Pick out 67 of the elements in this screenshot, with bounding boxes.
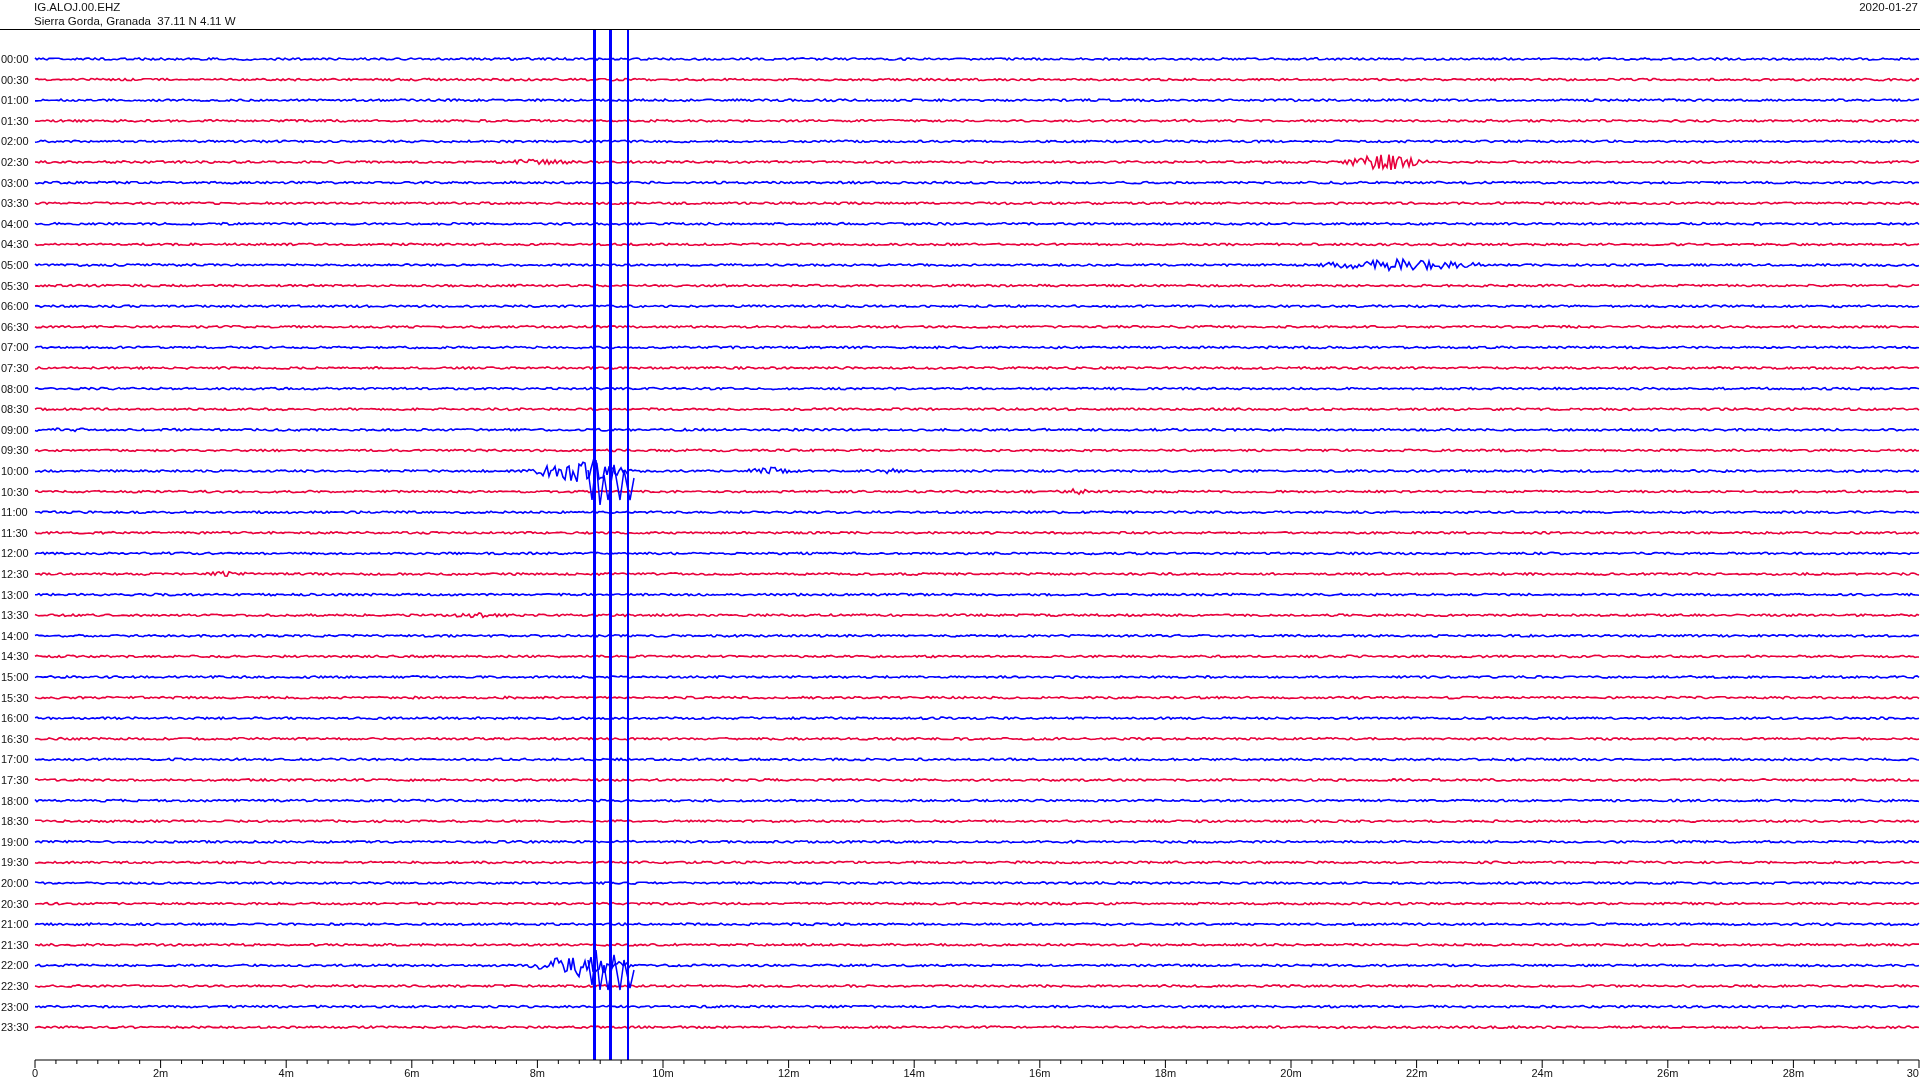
row-time-label: 19:30 [1,856,29,869]
row-time-label: 01:00 [1,94,29,107]
row-time-label: 22:00 [1,959,29,972]
row-time-label: 08:00 [1,382,29,395]
axis-tick-label: 14m [903,1067,925,1079]
row-time-label: 16:30 [1,732,29,745]
axis-tick-label: 18m [1154,1067,1177,1079]
row-time-label: 11:30 [1,526,28,539]
row-time-label: 14:00 [1,629,29,642]
row-time-label: 15:30 [1,691,29,704]
row-time-label: 16:00 [1,712,29,725]
axis-tick-label: 12m [777,1067,800,1079]
row-time-label: 20:30 [1,897,29,910]
row-time-label: 20:00 [1,877,29,889]
row-time-label: 04:30 [1,238,29,251]
station-location: Sierra Gorda, Granada 37.11 N 4.11 W [34,14,236,28]
row-time-label: 17:00 [1,753,29,766]
row-time-label: 03:00 [1,176,29,189]
row-time-label: 10:30 [1,485,29,498]
axis-tick-label: 28m [1782,1067,1805,1079]
row-time-label: 01:30 [1,114,29,127]
row-time-label: 09:30 [1,444,29,457]
axis-tick-label: 8m [529,1067,546,1079]
row-time-label: 19:00 [1,835,29,848]
row-time-label: 00:00 [1,53,29,65]
row-time-label: 13:30 [1,609,29,622]
axis-tick-label: 30 [1906,1067,1919,1079]
axis-tick-label: 10m [652,1067,674,1079]
row-time-label: 11:00 [1,506,28,519]
row-time-label: 02:00 [1,135,29,148]
row-time-label: 23:30 [1,1021,29,1034]
row-time-label: 18:00 [1,794,29,807]
axis-tick-label: 16m [1029,1067,1051,1079]
row-time-label: 06:30 [1,320,29,333]
row-time-label: 05:00 [1,259,29,271]
axis-tick-label: 4m [278,1067,294,1079]
row-time-label: 07:30 [1,362,29,374]
axis-tick-label: 24m [1531,1067,1553,1079]
row-time-label: 22:30 [1,980,29,992]
row-time-label: 12:00 [1,547,29,560]
row-time-label: 06:00 [1,300,29,313]
row-time-label: 10:00 [1,465,29,477]
plot-date: 2020-01-27 [1859,0,1919,15]
row-time-label: 08:30 [1,403,29,416]
row-time-label: 12:30 [1,568,29,580]
axis-tick-label: 20m [1280,1067,1302,1079]
row-time-label: 05:30 [1,279,29,292]
axis-tick-label: 22m [1405,1067,1428,1079]
axis-tick-label: 0 [31,1067,39,1079]
row-time-label: 23:00 [1,1000,29,1013]
row-time-label: 18:30 [1,815,29,828]
row-time-label: 21:00 [1,918,29,931]
row-time-label: 04:00 [1,217,29,230]
row-time-label: 17:30 [1,774,29,786]
axis-tick-label: 6m [404,1067,420,1079]
row-time-label: 15:00 [1,671,29,683]
axis-tick-label: 2m [152,1067,169,1079]
row-time-label: 09:00 [1,423,29,436]
row-time-label: 21:30 [1,938,29,951]
axis-tick-label: 26m [1657,1067,1679,1079]
station-code: IG.ALOJ.00.EHZ [34,0,122,14]
row-time-label: 13:00 [1,588,29,601]
row-time-label: 00:30 [1,73,29,86]
row-time-label: 02:30 [1,156,29,168]
row-time-label: 14:30 [1,650,29,663]
row-time-label: 03:30 [1,197,29,210]
row-time-label: 07:00 [1,341,29,354]
